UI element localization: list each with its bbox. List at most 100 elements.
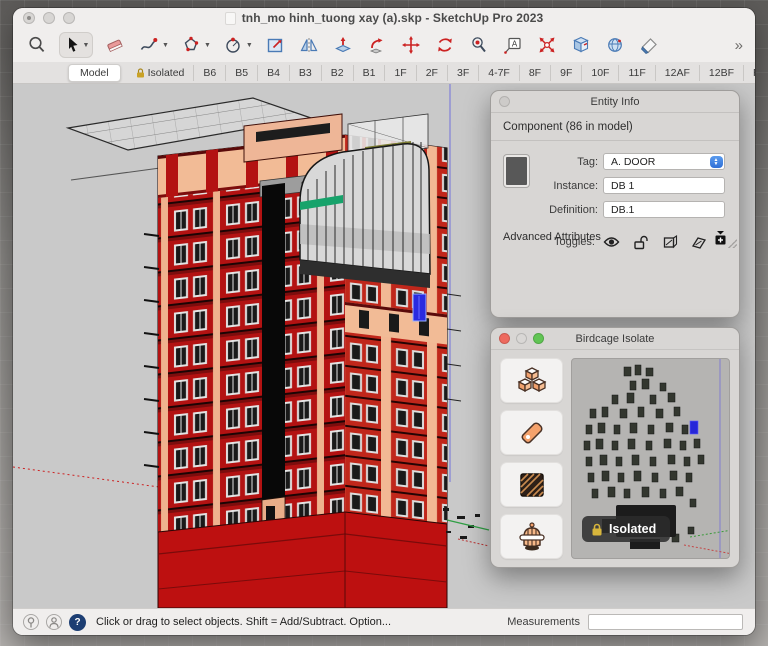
tab-10f[interactable]: 10F <box>582 65 619 81</box>
scene-tab-bar: Model Isolated B6 B5 B4 B3 B2 B1 1F 2F 3… <box>13 62 755 84</box>
geolocation-icon[interactable] <box>23 614 39 630</box>
model-viewport[interactable]: Entity Info Component (86 in model) Tag:… <box>13 84 755 608</box>
birdcage-button[interactable] <box>500 514 563 559</box>
isolate-preview[interactable]: Isolated <box>571 358 730 559</box>
tool-follow-me[interactable] <box>365 32 389 58</box>
tab-b4[interactable]: B4 <box>258 65 290 81</box>
flip-icon <box>299 35 319 55</box>
components-button[interactable] <box>500 358 563 403</box>
tool-text[interactable]: A <box>501 32 525 58</box>
tool-push-pull[interactable] <box>331 32 355 58</box>
credits-icon[interactable] <box>46 614 62 630</box>
measurements-label: Measurements <box>507 616 580 628</box>
tool-arcs[interactable] <box>221 32 245 58</box>
tab-8f[interactable]: 8F <box>520 65 551 81</box>
offset-icon <box>265 35 285 55</box>
tab-12bf[interactable]: 12BF <box>700 65 744 81</box>
help-icon[interactable]: ? <box>69 614 86 631</box>
tool-3d-solid[interactable] <box>603 32 627 58</box>
tab-b5[interactable]: B5 <box>226 65 258 81</box>
title-bar: tnh_mo hinh_tuong xay (a).skp - SketchUp… <box>13 8 755 28</box>
tool-shapes[interactable] <box>179 32 203 58</box>
zoom-window-button[interactable] <box>63 12 75 24</box>
tool-offset[interactable] <box>263 32 287 58</box>
rotate-icon <box>435 35 455 55</box>
attributes-expand-icon[interactable] <box>714 230 727 245</box>
resize-grip[interactable] <box>728 239 737 248</box>
tool-position-camera[interactable] <box>467 32 491 58</box>
tab-11f[interactable]: 11F <box>619 65 655 81</box>
close-button[interactable] <box>23 12 35 24</box>
tool-rotate[interactable] <box>433 32 457 58</box>
arc-icon <box>223 35 243 55</box>
chevron-down-icon: ▼ <box>83 42 90 49</box>
tool-freehand[interactable] <box>137 32 161 58</box>
tab-b3[interactable]: B3 <box>290 65 322 81</box>
toolbar-overflow-button[interactable]: » <box>735 37 745 54</box>
tool-soft-eraser[interactable] <box>637 32 661 58</box>
toolbar: ▼ ▼ ▼ ▼ <box>13 28 755 62</box>
chevron-down-icon[interactable]: ▼ <box>204 42 211 49</box>
hatch-button[interactable] <box>500 462 563 507</box>
tag-dropdown[interactable]: A. DOOR ▲▼ <box>603 153 725 170</box>
tool-eraser[interactable] <box>103 32 127 58</box>
hatch-square-icon <box>518 471 546 499</box>
freehand-icon <box>139 35 159 55</box>
lock-icon <box>136 68 145 78</box>
tab-12af[interactable]: 12AF <box>656 65 700 81</box>
status-hint: Click or drag to select objects. Shift =… <box>96 616 391 628</box>
app-window: tnh_mo hinh_tuong xay (a).skp - SketchUp… <box>13 8 755 635</box>
component-summary: Component (86 in model) <box>491 113 739 141</box>
tool-move[interactable] <box>399 32 423 58</box>
tab-4-7f[interactable]: 4-7F <box>479 65 520 81</box>
tab-b1[interactable]: B1 <box>354 65 386 81</box>
tool-flip[interactable] <box>297 32 321 58</box>
lock-icon <box>591 523 603 536</box>
chevron-down-icon[interactable]: ▼ <box>246 42 253 49</box>
zoom-icon <box>27 35 47 55</box>
minimize-button[interactable] <box>43 12 55 24</box>
definition-label: Definition: <box>514 204 598 216</box>
tool-section-plane[interactable] <box>569 32 593 58</box>
tab-2f[interactable]: 2F <box>417 65 448 81</box>
tool-scale[interactable] <box>535 32 559 58</box>
document-proxy-icon <box>225 12 236 25</box>
tab-isolated[interactable]: Isolated <box>127 65 195 81</box>
tab-rf[interactable]: RF <box>744 65 755 81</box>
tool-select[interactable]: ▼ <box>59 32 93 58</box>
tab-9f[interactable]: 9F <box>551 65 582 81</box>
tab-1f[interactable]: 1F <box>385 65 416 81</box>
eraser-icon <box>105 35 125 55</box>
isolated-badge[interactable]: Isolated <box>582 516 670 542</box>
tab-b2[interactable]: B2 <box>322 65 354 81</box>
chevron-updown-icon[interactable]: ▲▼ <box>710 156 723 169</box>
tab-3f[interactable]: 3F <box>448 65 479 81</box>
birdcage-icon <box>516 521 548 553</box>
birdcage-isolate-panel: Birdcage Isolate <box>490 327 740 568</box>
definition-field[interactable]: DB.1 <box>603 201 725 218</box>
tab-model[interactable]: Model <box>68 64 121 82</box>
tool-zoom[interactable] <box>25 32 49 58</box>
soft-eraser-icon <box>639 35 659 55</box>
follow-me-icon <box>367 35 387 55</box>
chevron-down-icon[interactable]: ▼ <box>162 42 169 49</box>
section-plane-icon <box>571 35 591 55</box>
select-arrow-icon <box>63 35 83 55</box>
isolated-badge-label: Isolated <box>609 522 656 536</box>
advanced-attributes-toggle[interactable]: Advanced Attributes <box>503 231 601 243</box>
status-bar: ? Click or drag to select objects. Shift… <box>13 608 755 635</box>
tab-b6[interactable]: B6 <box>194 65 226 81</box>
components-cubes-icon <box>516 366 548 396</box>
tag-button[interactable] <box>500 410 563 455</box>
minimize-button[interactable] <box>516 333 527 344</box>
instance-field[interactable]: DB 1 <box>603 177 725 194</box>
close-button[interactable] <box>499 333 510 344</box>
measurements-input[interactable] <box>588 614 743 630</box>
panel-title: Entity Info <box>591 96 640 108</box>
zoom-window-button[interactable] <box>533 333 544 344</box>
solid-sphere-icon <box>605 35 625 55</box>
panel-close-button[interactable] <box>499 96 510 107</box>
entity-info-header: Entity Info <box>491 91 739 113</box>
window-title: tnh_mo hinh_tuong xay (a).skp - SketchUp… <box>242 11 544 25</box>
panel-title: Birdcage Isolate <box>576 333 655 345</box>
